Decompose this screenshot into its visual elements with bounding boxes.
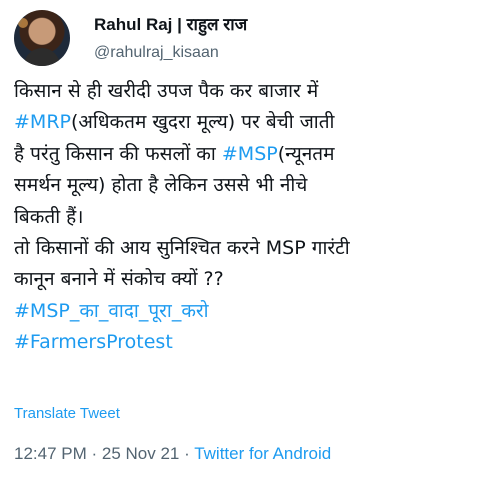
avatar[interactable] xyxy=(14,10,70,66)
hashtag-link[interactable]: #MRP xyxy=(14,111,71,133)
tweet-text-segment: कानून बनाने में संकोच क्यों ?? xyxy=(14,268,224,291)
tweet-text-line: है परंतु किसान की फसलों का #MSP(न्यूनतम xyxy=(14,139,484,170)
tweet-header: Rahul Raj | राहुल राज @rahulraj_kisaan xyxy=(94,14,247,64)
author-display-name[interactable]: Rahul Raj | राहुल राज xyxy=(94,14,247,36)
tweet-text-segment: तो किसानों की आय सुनिश्चित करने MSP गारं… xyxy=(14,236,350,259)
tweet-text-segment: (अधिकतम खुदरा मूल्य) पर बेची जाती xyxy=(70,111,335,134)
hashtag-link[interactable]: #FarmersProtest xyxy=(14,331,173,353)
tweet-text-segment: बिकती हैं। xyxy=(14,205,84,228)
tweet-source[interactable]: Twitter for Android xyxy=(194,444,331,463)
hashtag-link[interactable]: #MSP xyxy=(222,143,278,165)
tweet-text-line: तो किसानों की आय सुनिश्चित करने MSP गारं… xyxy=(14,233,484,264)
tweet-text-line: बिकती हैं। xyxy=(14,202,484,233)
tweet-text: किसान से ही खरीदी उपज पैक कर बाजार में #M… xyxy=(14,76,484,359)
meta-separator: · xyxy=(86,444,102,463)
avatar-shirt xyxy=(24,48,60,66)
tweet-text-line: समर्थन मूल्य) होता है लेकिन उससे भी नीचे xyxy=(14,170,484,201)
tweet-text-line: किसान से ही खरीदी उपज पैक कर बाजार में xyxy=(14,76,484,107)
tweet-date[interactable]: 25 Nov 21 xyxy=(102,444,180,463)
translate-tweet-link[interactable]: Translate Tweet xyxy=(14,405,120,422)
author-handle[interactable]: @rahulraj_kisaan xyxy=(94,42,247,64)
hashtag-link[interactable]: #MSP_का_वादा_पूरा_करो xyxy=(14,300,209,322)
tweet-text-line: #MRP(अधिकतम खुदरा मूल्य) पर बेची जाती xyxy=(14,107,484,138)
tweet-text-line: #MSP_का_वादा_पूरा_करो xyxy=(14,296,484,327)
tweet-text-segment: किसान से ही खरीदी उपज पैक कर बाजार में xyxy=(14,80,319,102)
tweet-text-segment: समर्थन मूल्य) होता है लेकिन उससे भी नीचे xyxy=(14,174,308,197)
tweet-metadata: 12:47 PM · 25 Nov 21 · Twitter for Andro… xyxy=(14,444,331,464)
tweet-card: Rahul Raj | राहुल राज @rahulraj_kisaan क… xyxy=(0,0,492,480)
tweet-text-segment: (न्यूनतम xyxy=(277,142,335,165)
tweet-text-line: #FarmersProtest xyxy=(14,327,484,358)
avatar-background-light xyxy=(18,18,28,28)
meta-separator: · xyxy=(179,444,195,463)
tweet-text-segment: है परंतु किसान की फसलों का xyxy=(14,142,222,165)
tweet-time[interactable]: 12:47 PM xyxy=(14,444,87,463)
tweet-text-line: कानून बनाने में संकोच क्यों ?? xyxy=(14,264,484,295)
